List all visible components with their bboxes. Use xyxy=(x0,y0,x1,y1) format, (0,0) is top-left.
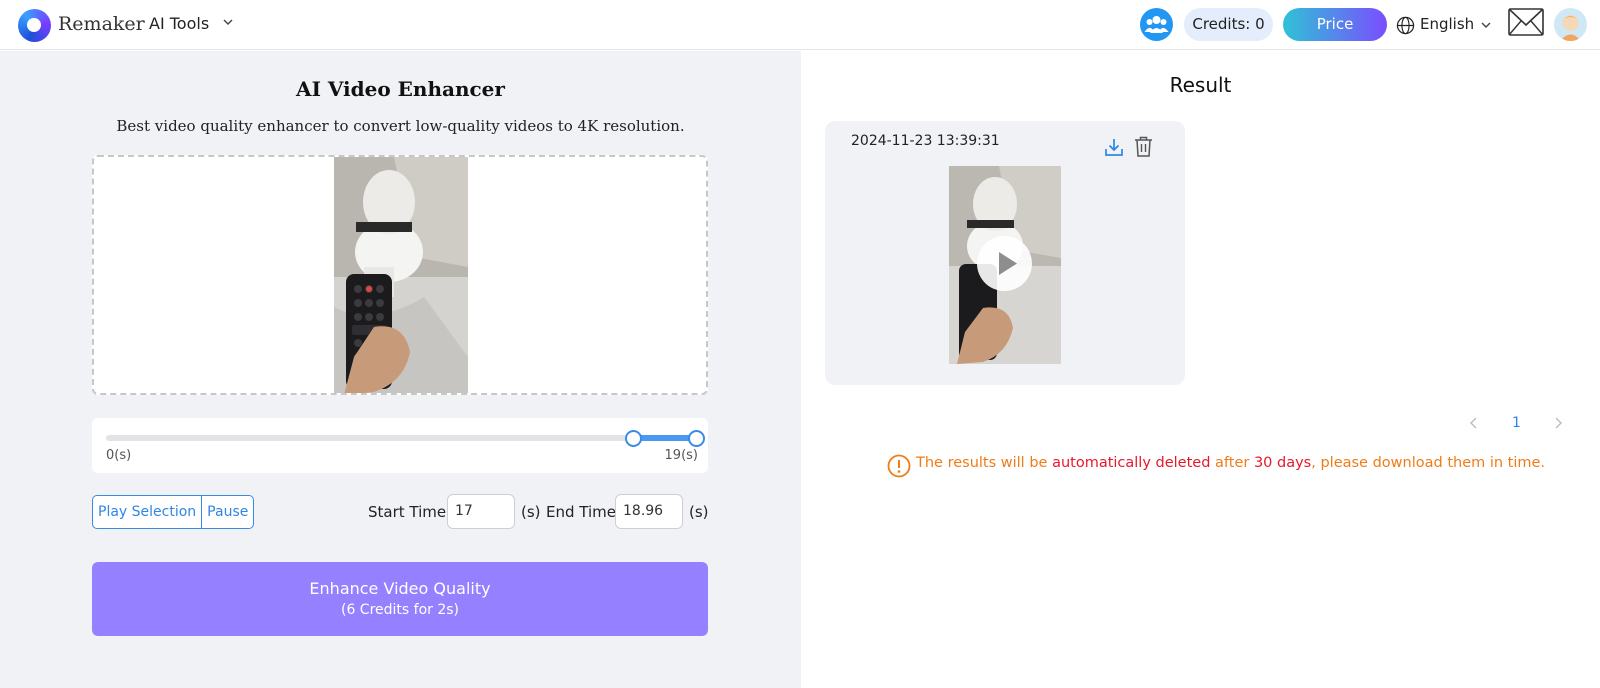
globe-icon[interactable] xyxy=(1396,16,1415,35)
slider-start-handle[interactable] xyxy=(625,430,642,447)
chevron-left-icon[interactable] xyxy=(1468,416,1480,430)
page-subtitle: Best video quality enhancer to convert l… xyxy=(116,117,685,135)
end-time-label: End Time xyxy=(546,503,616,521)
avatar[interactable] xyxy=(1554,8,1587,41)
video-upload-area[interactable] xyxy=(92,155,708,395)
retention-notice: The results will be automatically delete… xyxy=(916,455,1545,471)
page-title: AI Video Enhancer xyxy=(296,77,505,101)
start-time-unit: (s) xyxy=(521,503,541,521)
notice-text: The results will be xyxy=(916,455,1053,471)
start-time-label: Start Time xyxy=(368,503,447,521)
chevron-down-icon[interactable] xyxy=(222,16,234,28)
result-card: 2024-11-23 13:39:31 xyxy=(825,121,1185,385)
end-time-input[interactable]: 18.96 xyxy=(615,494,683,529)
time-range-slider: 0(s) 19(s) xyxy=(92,418,708,473)
end-time-unit: (s) xyxy=(689,503,709,521)
download-icon[interactable] xyxy=(1104,137,1124,157)
notice-highlight: automatically deleted xyxy=(1052,455,1211,471)
play-icon xyxy=(999,252,1017,275)
delete-icon[interactable] xyxy=(1134,136,1153,157)
notice-highlight: 30 days xyxy=(1253,455,1312,471)
pause-button[interactable]: Pause xyxy=(201,496,253,528)
playback-controls: Play Selection Pause xyxy=(92,495,255,529)
slider-end-handle[interactable] xyxy=(688,430,705,447)
start-time-input[interactable]: 17 xyxy=(447,494,515,529)
chevron-down-icon[interactable] xyxy=(1480,19,1492,31)
remaker-logo-icon[interactable] xyxy=(18,9,51,42)
notice-text: , please download them in time. xyxy=(1311,455,1546,471)
enhance-button-cost: (6 Credits for 2s) xyxy=(340,602,460,618)
brand-name[interactable]: Remaker xyxy=(58,13,145,35)
slider-max-label: 19(s) xyxy=(664,448,698,463)
warning-icon xyxy=(887,454,911,478)
slider-min-label: 0(s) xyxy=(106,448,132,463)
play-selection-button[interactable]: Play Selection xyxy=(93,496,201,528)
enhance-video-button[interactable]: Enhance Video Quality (6 Credits for 2s) xyxy=(92,562,708,636)
result-timestamp: 2024-11-23 13:39:31 xyxy=(851,133,1000,149)
chevron-right-icon[interactable] xyxy=(1552,416,1564,430)
slider-selected-range xyxy=(633,435,696,441)
result-title: Result xyxy=(1169,73,1232,97)
language-selector[interactable]: English xyxy=(1420,15,1474,33)
play-button[interactable] xyxy=(977,236,1032,291)
mail-icon[interactable] xyxy=(1508,8,1544,37)
video-preview xyxy=(334,157,468,393)
slider-track[interactable] xyxy=(106,435,698,441)
ai-tools-menu[interactable]: AI Tools xyxy=(149,14,209,33)
top-navbar: Remaker AI Tools Credits: 0 Price Englis… xyxy=(0,0,1600,50)
price-button[interactable]: Price xyxy=(1283,8,1387,41)
enhance-button-label: Enhance Video Quality xyxy=(309,579,491,598)
community-icon[interactable] xyxy=(1140,8,1173,41)
notice-text: after xyxy=(1210,455,1254,471)
credits-badge[interactable]: Credits: 0 xyxy=(1184,8,1273,41)
pagination-page-1[interactable]: 1 xyxy=(1512,415,1521,431)
